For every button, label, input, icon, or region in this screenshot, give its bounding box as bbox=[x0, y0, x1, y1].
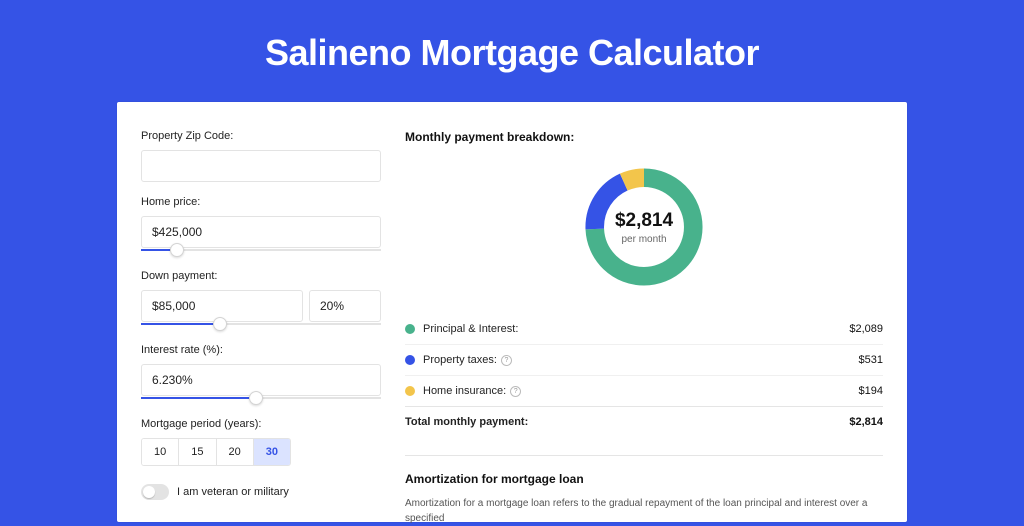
veteran-row: I am veteran or military bbox=[141, 484, 381, 500]
interest-rate-label: Interest rate (%): bbox=[141, 344, 381, 356]
down-payment-slider[interactable] bbox=[141, 320, 381, 330]
legend-row: Principal & Interest:$2,089 bbox=[405, 314, 883, 345]
donut-chart: $2,814 per month bbox=[579, 162, 709, 292]
period-group: Mortgage period (years): 10152030 bbox=[141, 418, 381, 466]
down-payment-group: Down payment: bbox=[141, 270, 381, 330]
interest-rate-group: Interest rate (%): bbox=[141, 344, 381, 404]
period-option-10[interactable]: 10 bbox=[142, 439, 179, 465]
hero: Salineno Mortgage Calculator bbox=[0, 0, 1024, 74]
period-buttons: 10152030 bbox=[141, 438, 291, 466]
amortization-section: Amortization for mortgage loan Amortizat… bbox=[405, 455, 883, 526]
total-row: Total monthly payment: $2,814 bbox=[405, 406, 883, 437]
legend-value: $531 bbox=[859, 354, 883, 366]
legend-label: Principal & Interest: bbox=[423, 323, 849, 335]
info-icon[interactable]: ? bbox=[510, 386, 521, 397]
page-title: Salineno Mortgage Calculator bbox=[0, 32, 1024, 74]
home-price-slider[interactable] bbox=[141, 246, 381, 256]
calculator-card: Property Zip Code: Home price: Down paym… bbox=[117, 102, 907, 522]
legend-value: $2,089 bbox=[849, 323, 883, 335]
legend-value: $194 bbox=[859, 385, 883, 397]
donut-center: $2,814 per month bbox=[579, 162, 709, 292]
amortization-title: Amortization for mortgage loan bbox=[405, 472, 883, 486]
veteran-toggle[interactable] bbox=[141, 484, 169, 500]
legend-label: Property taxes:? bbox=[423, 354, 859, 366]
down-payment-pct-input[interactable] bbox=[309, 290, 381, 322]
home-price-label: Home price: bbox=[141, 196, 381, 208]
legend-dot-icon bbox=[405, 324, 415, 334]
period-option-30[interactable]: 30 bbox=[254, 439, 290, 465]
donut-amount: $2,814 bbox=[615, 210, 673, 232]
period-option-15[interactable]: 15 bbox=[179, 439, 216, 465]
interest-rate-input[interactable] bbox=[141, 364, 381, 396]
amortization-text: Amortization for a mortgage loan refers … bbox=[405, 496, 883, 526]
down-payment-label: Down payment: bbox=[141, 270, 381, 282]
legend-dot-icon bbox=[405, 355, 415, 365]
zip-group: Property Zip Code: bbox=[141, 130, 381, 182]
form-column: Property Zip Code: Home price: Down paym… bbox=[141, 130, 381, 494]
donut-area: $2,814 per month bbox=[405, 162, 883, 292]
info-icon[interactable]: ? bbox=[501, 355, 512, 366]
period-label: Mortgage period (years): bbox=[141, 418, 381, 430]
home-price-group: Home price: bbox=[141, 196, 381, 256]
total-value: $2,814 bbox=[849, 416, 883, 428]
donut-sub: per month bbox=[621, 234, 666, 245]
period-option-20[interactable]: 20 bbox=[217, 439, 254, 465]
zip-input[interactable] bbox=[141, 150, 381, 182]
legend-label: Home insurance:? bbox=[423, 385, 859, 397]
legend-row: Property taxes:?$531 bbox=[405, 345, 883, 376]
legend: Principal & Interest:$2,089Property taxe… bbox=[405, 314, 883, 406]
veteran-label: I am veteran or military bbox=[177, 486, 289, 498]
zip-label: Property Zip Code: bbox=[141, 130, 381, 142]
legend-row: Home insurance:?$194 bbox=[405, 376, 883, 406]
total-label: Total monthly payment: bbox=[405, 416, 849, 428]
breakdown-title: Monthly payment breakdown: bbox=[405, 130, 883, 144]
results-column: Monthly payment breakdown: $2,814 per mo… bbox=[405, 130, 883, 494]
legend-dot-icon bbox=[405, 386, 415, 396]
interest-rate-slider[interactable] bbox=[141, 394, 381, 404]
